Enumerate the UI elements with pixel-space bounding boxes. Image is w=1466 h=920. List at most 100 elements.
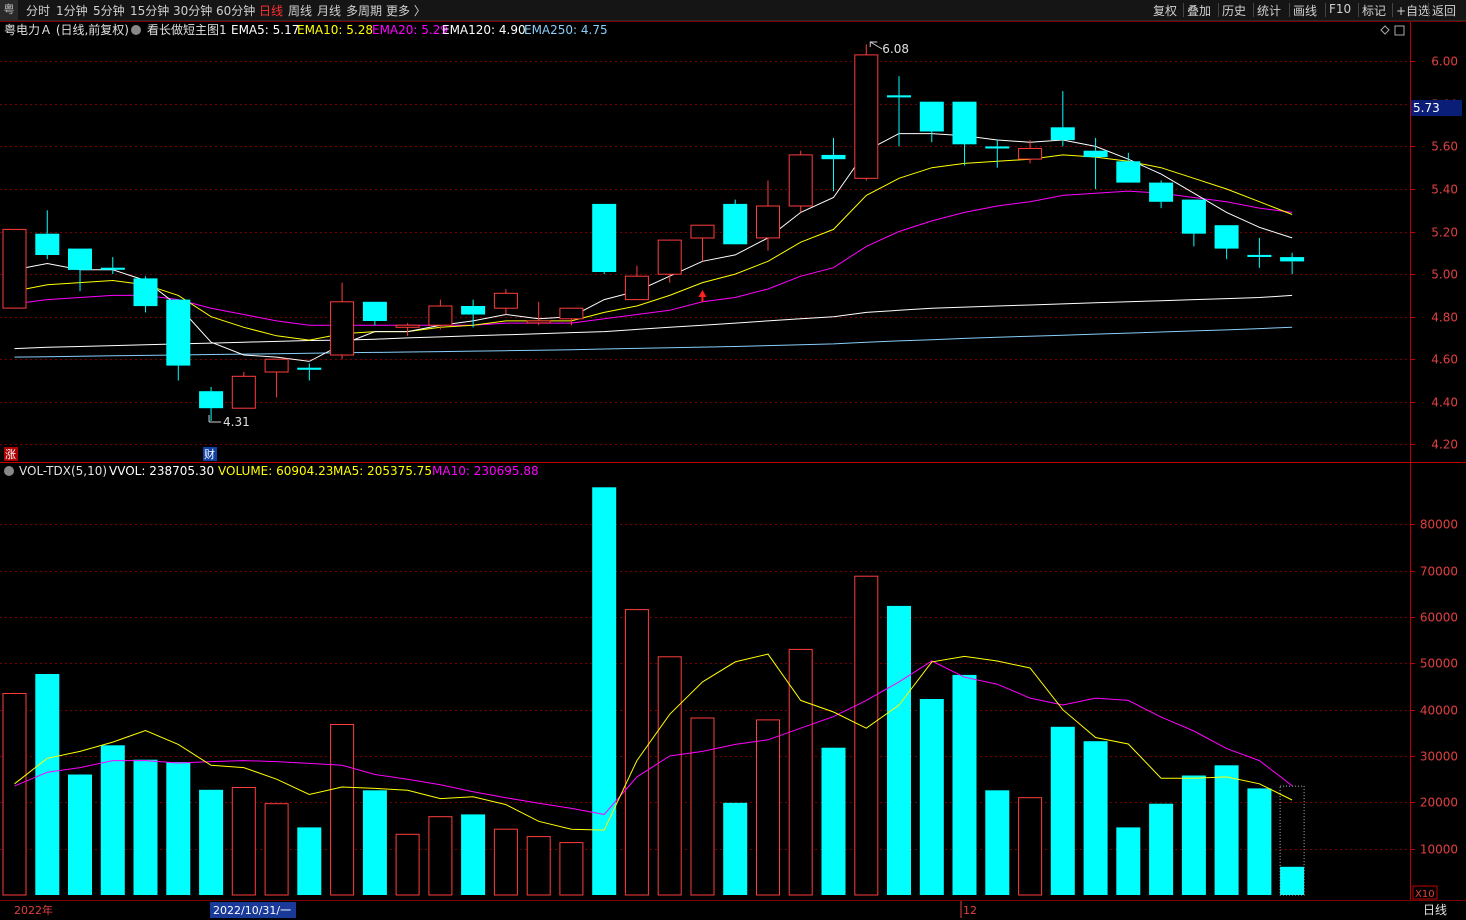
volume-bar (788, 648, 813, 896)
cai-label: 财 (204, 447, 215, 461)
volume-bar (100, 745, 125, 895)
indicator-dropdown-icon[interactable] (131, 25, 141, 35)
candle-body-up (624, 275, 649, 301)
candle-body-down (592, 203, 617, 272)
candle-body-up (395, 324, 420, 328)
price-tick-label: 4.20 (1431, 438, 1458, 452)
price-legend-1: EMA10: 5.28 (297, 23, 373, 37)
candle-body-up (264, 358, 289, 373)
volume-bar (1181, 775, 1206, 895)
candle-body-down (723, 203, 748, 245)
volume-bar (362, 790, 387, 895)
volume-legend-0: VVOL: 238705.30 (109, 464, 214, 478)
volume-bar (428, 816, 453, 896)
volume-bar (264, 803, 289, 896)
x10-label: X10 (1415, 889, 1435, 900)
candle-body-down (821, 154, 846, 160)
volume-bar (297, 827, 322, 895)
candle-body-down (35, 233, 60, 255)
volume-dropdown-icon[interactable] (4, 466, 14, 476)
volume-bar (166, 762, 191, 895)
volume-bar (985, 790, 1010, 895)
candle-body-down (985, 146, 1010, 149)
volume-tick-label: 40000 (1420, 704, 1458, 718)
candle-body-down (887, 95, 911, 98)
volume-tick-label: 60000 (1420, 611, 1458, 625)
price-legend-0: EMA5: 5.17 (231, 23, 299, 37)
volume-bar (624, 609, 649, 896)
volume-tick-label: 70000 (1420, 565, 1458, 579)
period-label: 日线 (1423, 903, 1447, 917)
volume-bar (68, 774, 92, 895)
price-legend-2: EMA20: 5.29 (372, 23, 448, 37)
zhang-label: 涨 (5, 448, 16, 461)
candle-body-down (362, 301, 387, 321)
price-tick-label: 5.60 (1431, 140, 1458, 154)
volume-bar (657, 656, 682, 896)
ema120-line (14, 294, 1293, 350)
volume-bar (35, 674, 60, 895)
signal-arrow-icon (698, 290, 707, 302)
volume-bar (493, 828, 518, 896)
volume-bar (1018, 797, 1043, 896)
volume-bar (231, 787, 256, 896)
price-legend-4: EMA250: 4.75 (524, 23, 608, 37)
volume-bar (821, 747, 846, 895)
volume-bar (395, 833, 420, 896)
indicator-name: 看长做短主图1 (147, 22, 227, 37)
volume-bar (1214, 765, 1239, 895)
volume-bar (756, 719, 780, 896)
volume-bar (854, 575, 879, 896)
candle-body-up (756, 205, 780, 239)
volume-legend-3: MA10: 230695.88 (432, 464, 539, 478)
volume-bar (690, 717, 715, 896)
high-marker-icon (869, 41, 883, 50)
volume-bar (1280, 866, 1305, 895)
diamond-icon[interactable] (1380, 25, 1390, 35)
candle-body-down (166, 299, 191, 366)
volume-bar (461, 814, 486, 895)
volume-bar (199, 789, 224, 895)
volume-bar (592, 487, 617, 895)
volume-bar (1083, 741, 1108, 895)
volume-tick-label: 20000 (1420, 796, 1458, 810)
price-tick-label: 5.40 (1431, 183, 1458, 197)
ema5-line (14, 133, 1293, 362)
candle-body-down (1280, 257, 1305, 262)
candle-body-down (199, 391, 224, 409)
volume-bar (723, 802, 748, 895)
candle-body-down (133, 278, 158, 307)
volume-bar (559, 842, 584, 896)
volume-bar (526, 836, 551, 896)
volume-bar (1116, 827, 1141, 895)
candle-body-down (919, 101, 944, 132)
candle-body-down (952, 101, 977, 145)
candle-body-up (690, 224, 715, 239)
high-price-label: 6.08 (882, 42, 909, 56)
volume-bar (133, 759, 158, 895)
price-legend-3: EMA120: 4.90 (442, 23, 526, 37)
chart-canvas: 4.204.404.604.805.005.205.405.605.806.00… (0, 21, 1466, 918)
volume-tick-label: 50000 (1420, 657, 1458, 671)
volume-bar (2, 693, 27, 896)
candle-body-down (1083, 150, 1108, 158)
volume-bar (919, 699, 944, 895)
volume-bar (330, 724, 355, 896)
price-tick-label: 5.00 (1431, 268, 1458, 282)
candle-body-up (428, 305, 453, 326)
volume-bar (1247, 788, 1272, 895)
candle-body-down (1214, 225, 1239, 249)
square-icon[interactable] (1394, 25, 1405, 36)
price-tick-label: 5.20 (1431, 226, 1458, 240)
volume-bar (1149, 803, 1174, 895)
bottom-month-label: 12 (963, 904, 977, 917)
candle-body-down (1050, 127, 1075, 141)
candle-body-down (1181, 199, 1206, 234)
price-title: 粤电力Ａ (日线,前复权) (4, 22, 129, 37)
volume-legend-2: MA5: 205375.75 (333, 464, 432, 478)
candle-body-down (100, 267, 125, 270)
volume-bar (952, 674, 977, 895)
price-tick-label: 4.40 (1431, 396, 1458, 410)
candle-body-up (559, 307, 584, 320)
cursor-date-label: 2022/10/31/一 (213, 904, 291, 917)
